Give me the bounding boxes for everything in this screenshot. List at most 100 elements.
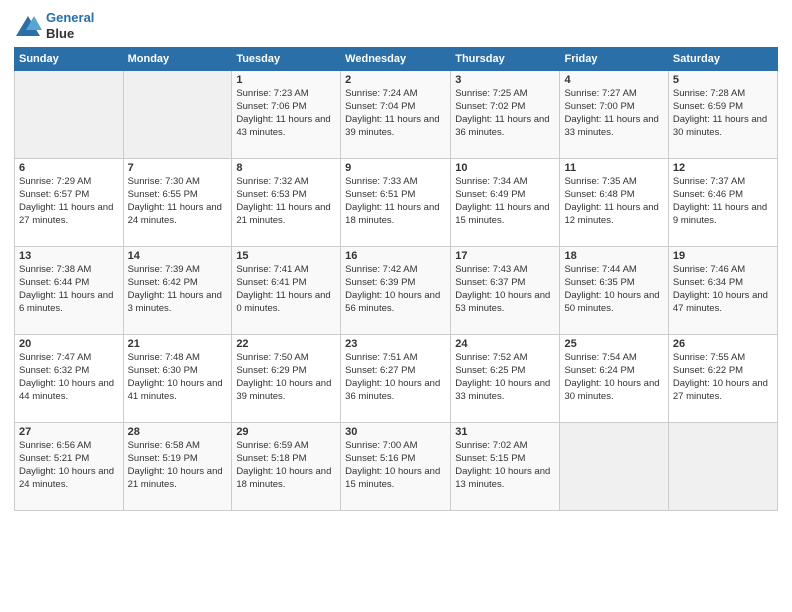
weekday-header-wednesday: Wednesday (341, 48, 451, 71)
calendar-cell (15, 71, 124, 159)
calendar-cell: 9Sunrise: 7:33 AMSunset: 6:51 PMDaylight… (341, 159, 451, 247)
day-number: 19 (673, 250, 773, 262)
calendar-cell (560, 423, 668, 511)
weekday-header-tuesday: Tuesday (232, 48, 341, 71)
calendar-cell: 11 Sunrise: 7:35 AMSunset: 6:48 PMDayligh… (560, 159, 668, 247)
day-info: Sunrise: 6:58 AMSunset: 5:19 PMDaylight:… (128, 440, 228, 491)
day-info: Sunrise: 7:23 AMSunset: 7:06 PMDaylight:… (236, 88, 336, 139)
calendar-cell: 31 Sunrise: 7:02 AMSunset: 5:15 PMDayligh… (451, 423, 560, 511)
day-number: 13 (19, 250, 119, 262)
day-info: Sunrise: 7:34 AMSunset: 6:49 PMDaylight:… (455, 176, 555, 227)
calendar-cell: 27 Sunrise: 6:56 AMSunset: 5:21 PMDayligh… (15, 423, 124, 511)
day-number: 28 (128, 426, 228, 438)
calendar-week-1: 1 Sunrise: 7:23 AMSunset: 7:06 PMDaylight… (15, 71, 778, 159)
day-number: 3 (455, 74, 555, 86)
calendar-cell: 22 Sunrise: 7:50 AMSunset: 6:29 PMDayligh… (232, 335, 341, 423)
calendar-cell: 30Sunrise: 7:00 AMSunset: 5:16 PMDayligh… (341, 423, 451, 511)
calendar-cell: 7 Sunrise: 7:30 AMSunset: 6:55 PMDaylight… (123, 159, 232, 247)
day-number: 10 (455, 162, 555, 174)
day-info: Sunrise: 7:29 AMSunset: 6:57 PMDaylight:… (19, 176, 119, 227)
weekday-header-row: SundayMondayTuesdayWednesdayThursdayFrid… (15, 48, 778, 71)
calendar-cell: 20Sunrise: 7:47 AMSunset: 6:32 PMDayligh… (15, 335, 124, 423)
day-number: 11 (564, 162, 663, 174)
day-number: 1 (236, 74, 336, 86)
calendar-week-5: 27 Sunrise: 6:56 AMSunset: 5:21 PMDayligh… (15, 423, 778, 511)
calendar-cell: 23 Sunrise: 7:51 AMSunset: 6:27 PMDayligh… (341, 335, 451, 423)
logo: General Blue (14, 10, 94, 41)
calendar-cell: 4Sunrise: 7:27 AMSunset: 7:00 PMDaylight… (560, 71, 668, 159)
calendar-cell: 3 Sunrise: 7:25 AMSunset: 7:02 PMDaylight… (451, 71, 560, 159)
day-info: Sunrise: 7:38 AMSunset: 6:44 PMDaylight:… (19, 264, 119, 315)
calendar-week-3: 13 Sunrise: 7:38 AMSunset: 6:44 PMDayligh… (15, 247, 778, 335)
day-number: 21 (128, 338, 228, 350)
weekday-header-monday: Monday (123, 48, 232, 71)
day-number: 31 (455, 426, 555, 438)
calendar-cell: 5 Sunrise: 7:28 AMSunset: 6:59 PMDaylight… (668, 71, 777, 159)
day-info: Sunrise: 6:59 AMSunset: 5:18 PMDaylight:… (236, 440, 336, 491)
day-number: 24 (455, 338, 555, 350)
day-info: Sunrise: 7:41 AMSunset: 6:41 PMDaylight:… (236, 264, 336, 315)
day-number: 16 (345, 250, 446, 262)
weekday-header-sunday: Sunday (15, 48, 124, 71)
day-info: Sunrise: 7:02 AMSunset: 5:15 PMDaylight:… (455, 440, 555, 491)
day-number: 4 (564, 74, 663, 86)
calendar-cell: 18 Sunrise: 7:44 AMSunset: 6:35 PMDayligh… (560, 247, 668, 335)
day-info: Sunrise: 7:28 AMSunset: 6:59 PMDaylight:… (673, 88, 773, 139)
calendar-cell: 25Sunrise: 7:54 AMSunset: 6:24 PMDayligh… (560, 335, 668, 423)
day-number: 2 (345, 74, 446, 86)
day-info: Sunrise: 7:24 AMSunset: 7:04 PMDaylight:… (345, 88, 446, 139)
day-info: Sunrise: 7:30 AMSunset: 6:55 PMDaylight:… (128, 176, 228, 227)
day-info: Sunrise: 7:51 AMSunset: 6:27 PMDaylight:… (345, 352, 446, 403)
day-info: Sunrise: 7:37 AMSunset: 6:46 PMDaylight:… (673, 176, 773, 227)
calendar-cell (123, 71, 232, 159)
calendar-cell (668, 423, 777, 511)
calendar-cell: 1 Sunrise: 7:23 AMSunset: 7:06 PMDaylight… (232, 71, 341, 159)
calendar-cell: 10 Sunrise: 7:34 AMSunset: 6:49 PMDayligh… (451, 159, 560, 247)
calendar-cell: 13 Sunrise: 7:38 AMSunset: 6:44 PMDayligh… (15, 247, 124, 335)
calendar-cell: 12 Sunrise: 7:37 AMSunset: 6:46 PMDayligh… (668, 159, 777, 247)
day-number: 6 (19, 162, 119, 174)
day-number: 27 (19, 426, 119, 438)
day-number: 18 (564, 250, 663, 262)
calendar-cell: 26 Sunrise: 7:55 AMSunset: 6:22 PMDayligh… (668, 335, 777, 423)
day-number: 20 (19, 338, 119, 350)
day-number: 7 (128, 162, 228, 174)
day-number: 14 (128, 250, 228, 262)
day-info: Sunrise: 7:42 AMSunset: 6:39 PMDaylight:… (345, 264, 446, 315)
day-number: 22 (236, 338, 336, 350)
day-number: 23 (345, 338, 446, 350)
calendar-cell: 14Sunrise: 7:39 AMSunset: 6:42 PMDayligh… (123, 247, 232, 335)
day-info: Sunrise: 7:52 AMSunset: 6:25 PMDaylight:… (455, 352, 555, 403)
calendar-cell: 17 Sunrise: 7:43 AMSunset: 6:37 PMDayligh… (451, 247, 560, 335)
day-info: Sunrise: 7:25 AMSunset: 7:02 PMDaylight:… (455, 88, 555, 139)
day-info: Sunrise: 7:35 AMSunset: 6:48 PMDaylight:… (564, 176, 663, 227)
calendar-cell: 24 Sunrise: 7:52 AMSunset: 6:25 PMDayligh… (451, 335, 560, 423)
day-info: Sunrise: 7:32 AMSunset: 6:53 PMDaylight:… (236, 176, 336, 227)
page-header: General Blue (14, 10, 778, 41)
calendar-week-4: 20Sunrise: 7:47 AMSunset: 6:32 PMDayligh… (15, 335, 778, 423)
day-info: Sunrise: 7:46 AMSunset: 6:34 PMDaylight:… (673, 264, 773, 315)
day-number: 5 (673, 74, 773, 86)
day-number: 25 (564, 338, 663, 350)
day-number: 26 (673, 338, 773, 350)
day-info: Sunrise: 7:33 AMSunset: 6:51 PMDaylight:… (345, 176, 446, 227)
day-number: 12 (673, 162, 773, 174)
calendar-cell: 15Sunrise: 7:41 AMSunset: 6:41 PMDayligh… (232, 247, 341, 335)
day-info: Sunrise: 7:44 AMSunset: 6:35 PMDaylight:… (564, 264, 663, 315)
calendar-cell: 2 Sunrise: 7:24 AMSunset: 7:04 PMDaylight… (341, 71, 451, 159)
day-info: Sunrise: 7:48 AMSunset: 6:30 PMDaylight:… (128, 352, 228, 403)
day-number: 17 (455, 250, 555, 262)
day-info: Sunrise: 6:56 AMSunset: 5:21 PMDaylight:… (19, 440, 119, 491)
day-info: Sunrise: 7:55 AMSunset: 6:22 PMDaylight:… (673, 352, 773, 403)
logo-text: General Blue (46, 10, 94, 41)
calendar-cell: 19 Sunrise: 7:46 AMSunset: 6:34 PMDayligh… (668, 247, 777, 335)
calendar-cell: 29 Sunrise: 6:59 AMSunset: 5:18 PMDayligh… (232, 423, 341, 511)
weekday-header-friday: Friday (560, 48, 668, 71)
day-number: 30 (345, 426, 446, 438)
day-info: Sunrise: 7:50 AMSunset: 6:29 PMDaylight:… (236, 352, 336, 403)
day-number: 29 (236, 426, 336, 438)
calendar-cell: 21 Sunrise: 7:48 AMSunset: 6:30 PMDayligh… (123, 335, 232, 423)
calendar-cell: 8Sunrise: 7:32 AMSunset: 6:53 PMDaylight… (232, 159, 341, 247)
day-info: Sunrise: 7:43 AMSunset: 6:37 PMDaylight:… (455, 264, 555, 315)
logo-icon (14, 14, 42, 38)
